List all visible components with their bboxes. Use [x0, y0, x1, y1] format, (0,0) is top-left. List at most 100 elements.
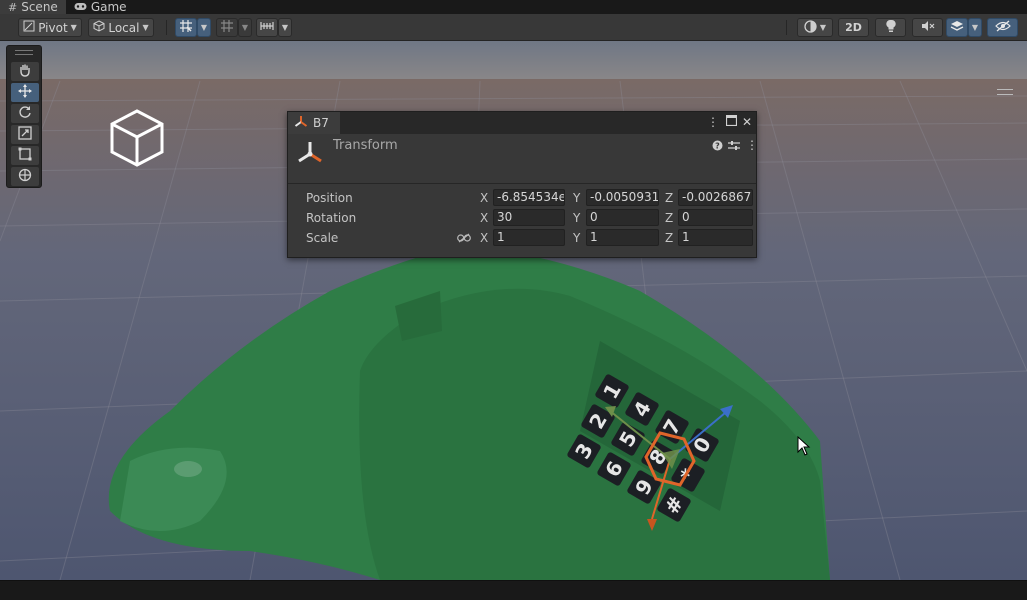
scene-effects-toggle[interactable] [946, 18, 968, 37]
position-label: Position [306, 191, 353, 205]
svg-text:?: ? [715, 142, 720, 151]
mode-2d-toggle[interactable]: 2D [838, 18, 869, 37]
rect-tool-icon [18, 147, 32, 164]
scale-tool-button[interactable] [11, 125, 39, 144]
tool-palette [6, 45, 42, 188]
increment-snap-dropdown[interactable]: ▼ [278, 18, 292, 37]
grid-visibility-dropdown[interactable]: ▼ [238, 18, 252, 37]
tab-scene[interactable]: # Scene [0, 0, 66, 14]
overlay-header: B7 ⋮ ✕ [288, 112, 756, 134]
gameobject-icon [294, 115, 308, 132]
position-z-axis-label[interactable]: Z [665, 191, 673, 205]
transform-tool-button[interactable] [11, 167, 39, 186]
component-menu-icon[interactable]: ⋮ [746, 138, 758, 152]
grid-snap-toggle[interactable] [175, 18, 197, 37]
position-y-field[interactable]: -0.0050931 [586, 189, 659, 206]
toolbar-divider [786, 20, 787, 35]
tab-game[interactable]: Game [66, 0, 135, 14]
overlay-tab-title: B7 [313, 116, 329, 130]
close-icon[interactable]: ✕ [740, 115, 754, 129]
chevron-down-icon: ▼ [819, 23, 827, 32]
transform-component-icon [296, 140, 324, 169]
unity-editor-window: # Scene Game Pivot ▼ Local ▼ ▼ ▼ ▼ ▼ 2D … [0, 0, 1027, 600]
ruler-icon [260, 20, 274, 35]
position-y-axis-label[interactable]: Y [573, 191, 580, 205]
grid-visibility-toggle[interactable] [216, 18, 238, 37]
overlay-tab[interactable]: B7 [288, 112, 340, 134]
transform-component-header[interactable]: Transform ? ⋮ [288, 134, 758, 184]
constrain-proportions-link-icon[interactable] [457, 232, 471, 246]
local-label: Local [108, 20, 140, 35]
gamepad-icon [74, 1, 87, 14]
rotation-y-axis-label[interactable]: Y [573, 211, 580, 225]
grid-snap-dropdown[interactable]: ▼ [197, 18, 211, 37]
rotation-z-axis-label[interactable]: Z [665, 211, 673, 225]
increment-snap-toggle[interactable] [256, 18, 278, 37]
scale-icon [18, 126, 32, 143]
draw-mode-dropdown[interactable]: ▼ [797, 18, 833, 37]
rotate-icon [18, 105, 32, 122]
chevron-down-icon: ▼ [142, 23, 149, 32]
position-x-axis-label[interactable]: X [480, 191, 488, 205]
rotation-z-field[interactable]: 0 [678, 209, 753, 226]
chevron-down-icon: ▼ [200, 23, 208, 32]
scene-audio-toggle[interactable] [912, 18, 943, 37]
x-axis-handle[interactable] [609, 410, 671, 460]
tab-game-label: Game [90, 0, 127, 14]
mode-2d-label: 2D [845, 21, 862, 34]
tab-scene-label: Scene [21, 0, 58, 14]
scene-view-menu-icon[interactable] [997, 89, 1013, 95]
scene-visibility-toggle[interactable] [987, 18, 1018, 37]
scene-lighting-toggle[interactable] [875, 18, 906, 37]
more-options-icon[interactable]: ⋮ [706, 115, 720, 129]
toolbar-divider [166, 20, 167, 35]
mouse-cursor-icon [797, 436, 811, 456]
hand-icon [18, 63, 32, 80]
rotation-x-field[interactable]: 30 [493, 209, 565, 226]
position-x-field[interactable]: -6.854534e [493, 189, 565, 206]
scale-y-field[interactable]: 1 [586, 229, 659, 246]
scale-x-field[interactable]: 1 [493, 229, 565, 246]
status-bar [0, 580, 1027, 600]
scale-y-axis-label[interactable]: Y [573, 231, 580, 245]
chevron-down-icon: ▼ [241, 23, 249, 32]
grid-snap-icon [179, 19, 193, 36]
component-title: Transform [333, 138, 398, 153]
orientation-cube-icon[interactable] [108, 108, 166, 168]
maximize-icon[interactable] [724, 114, 738, 129]
presets-icon[interactable] [728, 140, 740, 154]
view-tab-bar: # Scene Game [0, 0, 1027, 14]
pivot-icon [23, 20, 35, 35]
scale-z-axis-label[interactable]: Z [665, 231, 673, 245]
chevron-down-icon: ▼ [281, 23, 289, 32]
transform-icon [18, 168, 32, 185]
scale-label: Scale [306, 231, 339, 245]
chevron-down-icon: ▼ [971, 23, 979, 32]
local-dropdown[interactable]: Local ▼ [88, 18, 154, 37]
scene-effects-dropdown[interactable]: ▼ [968, 18, 982, 37]
layers-icon [950, 20, 964, 36]
rotation-x-axis-label[interactable]: X [480, 211, 488, 225]
scale-z-field[interactable]: 1 [678, 229, 753, 246]
shaded-sphere-icon [804, 19, 817, 36]
hand-tool-button[interactable] [11, 62, 39, 81]
rotate-tool-button[interactable] [11, 104, 39, 123]
pivot-dropdown[interactable]: Pivot ▼ [18, 18, 82, 37]
move-tool-button[interactable] [11, 83, 39, 102]
y-axis-handle[interactable] [651, 458, 671, 520]
scene-toolbar: Pivot ▼ Local ▼ ▼ ▼ ▼ ▼ 2D ▼ [0, 14, 1027, 41]
help-icon[interactable]: ? [712, 140, 723, 154]
y-axis-arrow-icon [647, 519, 657, 531]
palette-grip-icon[interactable] [15, 50, 33, 55]
position-z-field[interactable]: -0.0026867 [678, 189, 753, 206]
grid-icon [220, 19, 234, 36]
cube-outline-icon [93, 20, 105, 35]
scale-x-axis-label[interactable]: X [480, 231, 488, 245]
plane-handle[interactable] [662, 449, 680, 469]
rotation-label: Rotation [306, 211, 357, 225]
rotation-y-field[interactable]: 0 [586, 209, 659, 226]
pivot-label: Pivot [38, 20, 68, 35]
rect-tool-button[interactable] [11, 146, 39, 165]
move-arrows-icon [18, 84, 32, 101]
lightbulb-icon [885, 19, 897, 36]
